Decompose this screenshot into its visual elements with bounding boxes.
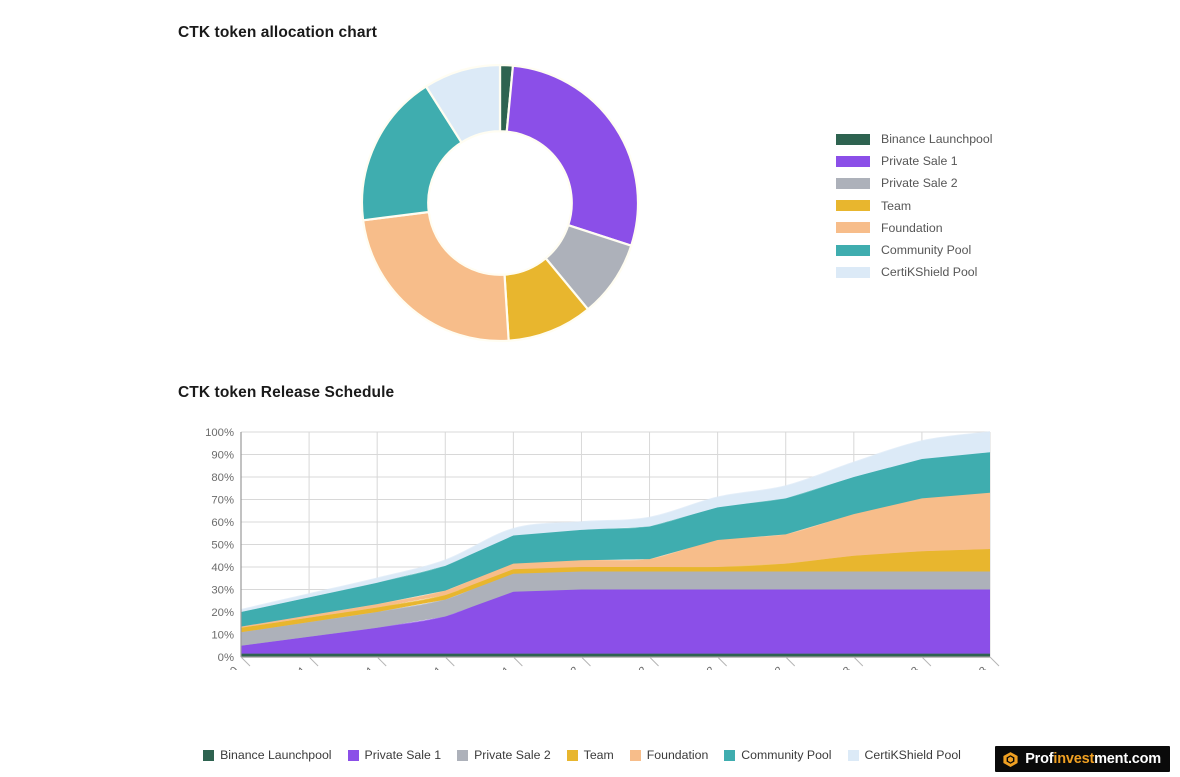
x-axis-tick-label: February 2023 xyxy=(793,665,853,670)
legend-item-label: Foundation xyxy=(646,748,709,762)
legend-swatch-icon xyxy=(836,133,870,145)
x-axis-tick-label: May 2022 xyxy=(606,665,650,670)
x-axis-tick-label: November 2020 xyxy=(178,665,241,670)
legend-swatch-icon xyxy=(203,749,215,761)
x-axis-tick-mark xyxy=(308,656,319,667)
y-axis-tick-label: 40% xyxy=(211,562,234,574)
x-axis-tick-mark xyxy=(581,656,591,667)
y-axis-tick-label: 100% xyxy=(205,427,234,439)
legend-item-label: Private Sale 2 xyxy=(881,176,958,191)
release-legend-item[interactable]: Team xyxy=(566,748,614,762)
legend-item-label: Private Sale 1 xyxy=(881,154,958,169)
donut-slice[interactable] xyxy=(361,210,510,343)
watermark-suffix: ment.com xyxy=(1094,751,1161,767)
legend-item-label: CertiKShield Pool xyxy=(881,265,978,280)
allocation-legend-item[interactable]: Private Sale 2 xyxy=(836,172,992,194)
legend-swatch-icon xyxy=(847,749,859,761)
watermark-accent: invest xyxy=(1053,751,1095,767)
legend-swatch-icon xyxy=(836,244,870,256)
legend-item-label: Team xyxy=(583,748,614,762)
x-axis-tick-mark xyxy=(513,656,523,667)
y-axis-tick-label: 0% xyxy=(218,652,234,664)
x-axis-tick-label: May 2023 xyxy=(878,665,922,670)
watermark-prefix: Prof xyxy=(1025,751,1054,767)
legend-item-label: Binance Launchpool xyxy=(220,748,332,762)
release-legend-item[interactable]: Binance Launchpool xyxy=(203,748,332,762)
legend-swatch-icon xyxy=(724,749,736,761)
hexagon-logo-icon xyxy=(1003,751,1018,767)
legend-swatch-icon xyxy=(836,155,870,167)
legend-item-label: Private Sale 2 xyxy=(474,748,551,762)
x-axis-tick-mark xyxy=(444,656,455,667)
legend-item-label: Foundation xyxy=(881,220,943,235)
y-axis-tick-label: 50% xyxy=(211,540,234,552)
legend-item-label: Community Pool xyxy=(881,243,972,258)
legend-item-label: Community Pool xyxy=(741,748,832,762)
donut-slice[interactable] xyxy=(505,64,640,247)
release-area-chart: 0% 10% 20% 30% 40% 50% 60% 70% 80% 90% 100% Novembe… xyxy=(178,420,1008,670)
allocation-legend: Binance Launchpool Private Sale 1 Private … xyxy=(836,128,992,283)
release-legend-item[interactable]: Foundation xyxy=(629,748,709,762)
release-legend-item[interactable]: CertiKShield Pool xyxy=(847,748,961,762)
legend-item-label: CertiKShield Pool xyxy=(864,748,961,762)
allocation-legend-item[interactable]: Binance Launchpool xyxy=(836,128,992,150)
x-axis-tick-label: May 2021 xyxy=(334,665,378,670)
legend-swatch-icon xyxy=(347,749,359,761)
y-axis-tick-label: 90% xyxy=(211,450,234,462)
allocation-donut-chart xyxy=(360,60,640,346)
y-axis-tick-label: 60% xyxy=(211,517,234,529)
legend-item-label: Private Sale 1 xyxy=(364,748,442,762)
x-axis-tick-mark xyxy=(921,656,932,667)
watermark-text: Profinvestment.com xyxy=(1025,751,1161,767)
allocation-legend-item[interactable]: Team xyxy=(836,195,992,217)
legend-item-label: Binance Launchpool xyxy=(881,132,993,147)
x-axis-tick-mark xyxy=(785,656,796,667)
legend-swatch-icon xyxy=(836,266,870,278)
x-axis-tick-label: November 2022 xyxy=(721,665,786,670)
profinvestment-watermark: Profinvestment.com xyxy=(995,746,1170,772)
allocation-legend-item[interactable]: Community Pool xyxy=(836,239,992,261)
release-legend-item[interactable]: Private Sale 2 xyxy=(457,748,551,762)
donut-svg xyxy=(360,63,640,343)
area-svg: 0% 10% 20% 30% 40% 50% 60% 70% 80% 90% 100% Novembe… xyxy=(178,427,1000,670)
release-chart-title: CTK token Release Schedule xyxy=(178,384,395,402)
x-axis-tick-label: November 2021 xyxy=(448,665,513,670)
legend-swatch-icon xyxy=(457,749,469,761)
x-axis-tick-mark xyxy=(240,656,251,667)
x-axis-tick-mark xyxy=(989,656,1000,667)
release-legend-item[interactable]: Private Sale 1 xyxy=(347,748,442,762)
y-axis-tick-label: 70% xyxy=(211,495,234,507)
legend-swatch-icon xyxy=(566,749,578,761)
allocation-chart-title: CTK token allocation chart xyxy=(178,24,377,42)
x-axis-tick-label: August 2023 xyxy=(937,665,990,670)
allocation-legend-item[interactable]: Foundation xyxy=(836,217,992,239)
legend-swatch-icon xyxy=(836,177,870,189)
x-axis-tick-label: February 2022 xyxy=(521,665,581,670)
y-axis-tick-label: 30% xyxy=(211,585,234,597)
allocation-legend-item[interactable]: CertiKShield Pool xyxy=(836,261,992,283)
x-axis-tick-mark xyxy=(376,656,387,667)
release-legend-item[interactable]: Community Pool xyxy=(724,748,832,762)
legend-item-label: Team xyxy=(881,198,912,213)
x-axis-tick-mark xyxy=(717,656,727,667)
y-axis-tick-label: 10% xyxy=(211,630,234,642)
x-axis-tick-label: August 2021 xyxy=(392,665,445,670)
allocation-legend-item[interactable]: Private Sale 1 xyxy=(836,150,992,172)
legend-swatch-icon xyxy=(629,749,641,761)
x-axis-tick-label: February 2021 xyxy=(249,665,309,670)
x-axis-tick-label: August 2022 xyxy=(664,665,717,670)
legend-swatch-icon xyxy=(836,222,870,234)
x-axis-tick-mark xyxy=(853,656,864,667)
y-axis-tick-label: 80% xyxy=(211,472,234,484)
x-axis-tick-mark xyxy=(649,656,659,667)
legend-swatch-icon xyxy=(836,200,870,212)
y-axis-tick-label: 20% xyxy=(211,607,234,619)
